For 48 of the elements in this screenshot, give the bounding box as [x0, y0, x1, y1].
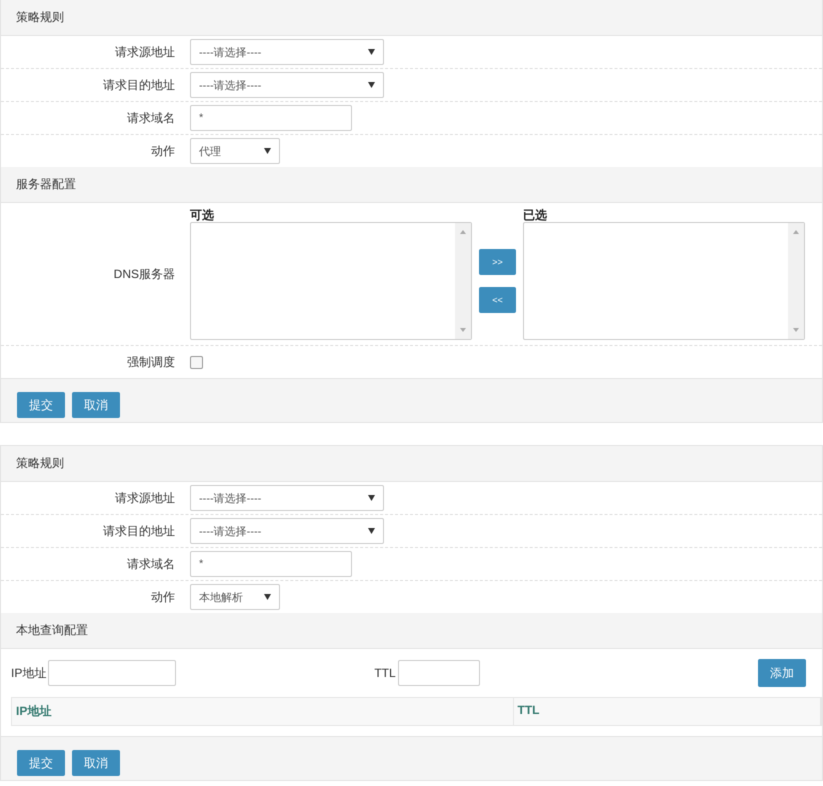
section-header: 本地查询配置 [1, 613, 822, 649]
dropdown[interactable]: ----请选择---- [190, 72, 384, 98]
field-label: 强制调度 [126, 354, 176, 370]
cancel-button[interactable]: 取消 [72, 750, 120, 776]
field-label: 请求目的地址 [102, 76, 176, 94]
field-label: 请求目的地址 [102, 522, 176, 540]
field-label: IP地址 [11, 664, 46, 682]
dropdown[interactable]: ----请选择---- [190, 485, 384, 511]
caret-icon [368, 82, 375, 88]
caret-icon [368, 495, 375, 501]
caret-icon [368, 49, 375, 55]
input-field[interactable]: * [190, 551, 352, 577]
column-header: IP地址 [12, 698, 514, 725]
list-box[interactable] [190, 222, 472, 340]
field-label: DNS服务器 [112, 266, 176, 282]
caret-icon [264, 594, 271, 600]
move-right-button[interactable]: >> [479, 249, 516, 275]
scrollbar[interactable] [788, 223, 804, 339]
list-title: 已选 [523, 208, 548, 222]
column-header: TTL [514, 698, 821, 725]
input-field[interactable] [48, 660, 176, 686]
section-header: 策略规则 [1, 446, 822, 482]
input-field[interactable]: * [190, 105, 352, 131]
field-label: 请求源地址 [114, 490, 176, 506]
move-left-button[interactable]: << [479, 287, 516, 313]
dropdown[interactable]: ----请选择---- [190, 518, 384, 544]
caret-icon [368, 528, 375, 534]
list-title: 可选 [190, 208, 215, 222]
field-label: 请求源地址 [114, 44, 176, 60]
list-box[interactable] [523, 222, 805, 340]
scrollbar[interactable] [455, 223, 471, 339]
field-label: 动作 [150, 142, 176, 160]
add-button[interactable]: 添加 [758, 659, 806, 687]
dropdown[interactable]: ----请选择---- [190, 39, 384, 65]
field-label: 请求域名 [126, 556, 176, 572]
submit-button[interactable]: 提交 [17, 750, 65, 776]
section-header: 策略规则 [1, 0, 822, 36]
cancel-button[interactable]: 取消 [72, 392, 120, 418]
submit-button[interactable]: 提交 [17, 392, 65, 418]
dropdown[interactable]: 本地解析 [190, 584, 280, 610]
field-label: TTL [374, 666, 396, 680]
caret-icon [264, 148, 271, 154]
field-label: 请求域名 [126, 110, 176, 126]
checkbox[interactable] [190, 356, 203, 368]
dropdown[interactable]: 代理 [190, 138, 280, 164]
section-header: 服务器配置 [1, 167, 822, 203]
input-field[interactable] [398, 660, 480, 686]
field-label: 动作 [150, 588, 176, 606]
